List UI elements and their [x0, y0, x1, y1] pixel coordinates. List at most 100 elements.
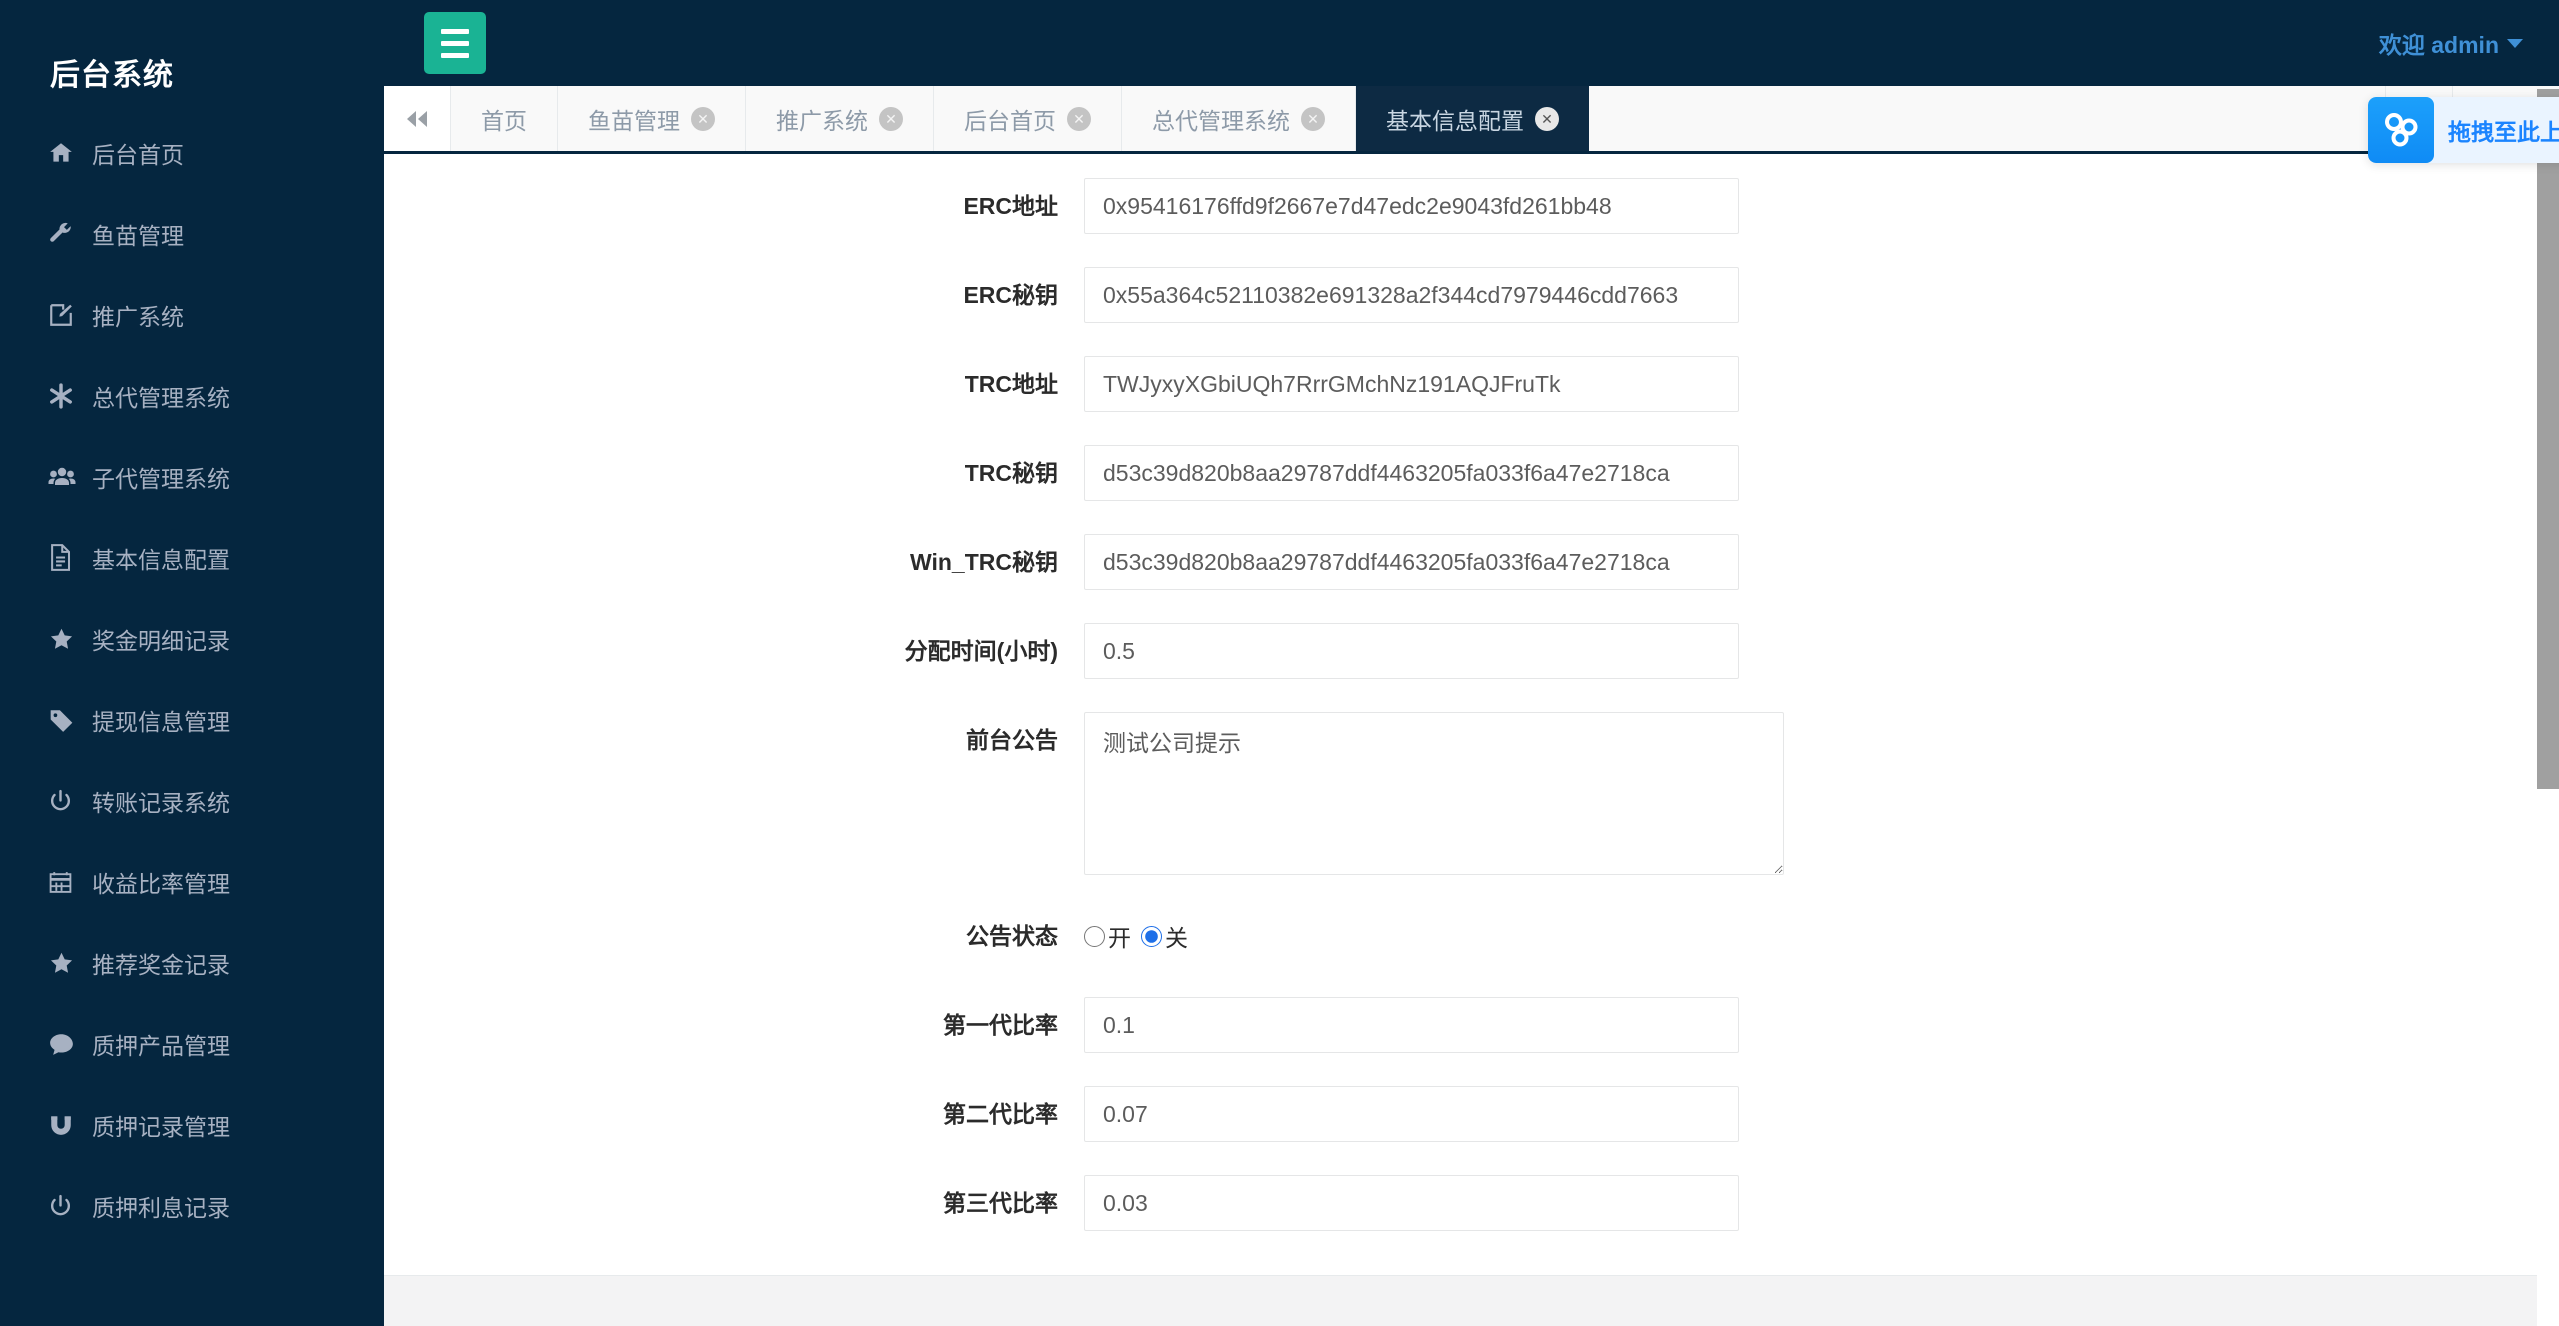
hamburger-bar-icon: [441, 52, 469, 58]
close-icon[interactable]: ✕: [879, 106, 903, 131]
sidebar-item-label: 子代管理系统: [92, 465, 230, 492]
sidebar-item-4[interactable]: 总代管理系统: [0, 355, 384, 436]
netdisk-upload-label[interactable]: 拖拽至此上传: [2434, 113, 2559, 147]
tab-bar: 首页鱼苗管理✕推广系统✕后台首页✕总代管理系统✕基本信息配置✕ 关闭: [384, 86, 2559, 154]
power-icon: [48, 788, 92, 814]
sidebar-item-7[interactable]: 奖金明细记录: [0, 598, 384, 679]
text-input-1[interactable]: [1084, 178, 1739, 234]
star-icon: [48, 950, 92, 976]
form-control-wrapper: [1084, 534, 2559, 590]
form-label: TRC地址: [964, 371, 1058, 397]
menu-toggle-button[interactable]: [424, 12, 486, 74]
form-label: 第一代比率: [943, 1012, 1058, 1038]
form-label: ERC地址: [963, 193, 1058, 219]
form-group: Win_TRC秘钥: [384, 534, 2559, 590]
sidebar-item-9[interactable]: 转账记录系统: [0, 760, 384, 841]
form-control-wrapper: [1084, 178, 2559, 234]
radio-input[interactable]: [1141, 925, 1162, 947]
sidebar-item-13[interactable]: 质押记录管理: [0, 1084, 384, 1165]
sidebar-item-label: 提现信息管理: [92, 708, 230, 735]
tab-item-active[interactable]: 基本信息配置 ✕: [1356, 86, 1589, 151]
chevron-down-icon: [2507, 38, 2523, 48]
sidebar-item-12[interactable]: 质押产品管理: [0, 1003, 384, 1084]
tabs-scroll-left-button[interactable]: [384, 86, 451, 151]
radio-option-2[interactable]: 关: [1141, 919, 1188, 953]
text-input-2[interactable]: [1084, 267, 1739, 323]
page-scrollbar[interactable]: [2537, 89, 2559, 1326]
user-menu[interactable]: 欢迎 admin: [2379, 26, 2523, 60]
radio-input[interactable]: [1084, 925, 1105, 947]
tab-label: 推广系统: [776, 107, 868, 134]
baidu-netdisk-icon[interactable]: [2368, 97, 2434, 163]
hamburger-bar-icon: [441, 28, 469, 34]
tab-item[interactable]: 鱼苗管理 ✕: [558, 86, 746, 151]
text-input-10[interactable]: [1084, 1086, 1739, 1142]
sidebar-item-8[interactable]: 提现信息管理: [0, 679, 384, 760]
form-label: 公告状态: [966, 923, 1058, 949]
radio-option-1[interactable]: 开: [1084, 919, 1131, 953]
sidebar-item-11[interactable]: 推荐奖金记录: [0, 922, 384, 1003]
sidebar-item-label: 基本信息配置: [92, 546, 230, 573]
power-icon: [48, 1193, 92, 1219]
sidebar-brand: 后台系统: [50, 59, 174, 92]
asterisk-icon: [48, 382, 92, 409]
tab-label: 首页: [481, 107, 527, 134]
text-input-9[interactable]: [1084, 997, 1739, 1053]
text-input-11[interactable]: [1084, 1175, 1739, 1231]
form-control-wrapper: [1084, 623, 2559, 679]
form-control-wrapper: [1084, 997, 2559, 1053]
sidebar-item-5[interactable]: 子代管理系统: [0, 436, 384, 517]
text-input-3[interactable]: [1084, 356, 1739, 412]
tab-label: 总代管理系统: [1152, 107, 1290, 134]
calendar-icon: [48, 869, 92, 895]
wrench-icon: [48, 221, 92, 247]
sidebar-nav: 后台首页 鱼苗管理推广系统总代管理系统子代管理系统 基本信息配置奖金明细记录提现信息…: [0, 112, 384, 1246]
sidebar-item-label: 推荐奖金记录: [92, 951, 230, 978]
netdisk-upload-widget[interactable]: 拖拽至此上传: [2368, 97, 2559, 163]
welcome-label: 欢迎 admin: [2378, 32, 2499, 58]
footer-strip: [384, 1275, 2559, 1326]
users-icon: [48, 464, 92, 490]
tab-item[interactable]: 推广系统 ✕: [746, 86, 934, 151]
form-label: Win_TRC秘钥: [909, 549, 1058, 575]
close-icon[interactable]: ✕: [1535, 106, 1559, 131]
page-scrollbar-thumb[interactable]: [2537, 89, 2559, 789]
tab-item[interactable]: 首页: [451, 86, 558, 151]
sidebar-item-label: 收益比率管理: [92, 870, 230, 897]
close-icon[interactable]: ✕: [1067, 106, 1091, 131]
tab-label: 后台首页: [964, 107, 1056, 134]
text-input-6[interactable]: [1084, 623, 1739, 679]
app-root: 后台系统 后台首页 鱼苗管理 推广系统 总代管理系统 子代管理系统 基本信息配置 奖金明细记…: [0, 0, 2559, 1326]
sidebar-item-3[interactable]: 推广系统: [0, 274, 384, 355]
form-group: 分配时间(小时): [384, 623, 2559, 679]
sidebar-item-2[interactable]: 鱼苗管理: [0, 193, 384, 274]
tab-item[interactable]: 总代管理系统 ✕: [1122, 86, 1356, 151]
sidebar-item-1[interactable]: 后台首页: [0, 112, 384, 193]
sidebar-item-label: 推广系统: [92, 303, 184, 330]
tag-icon: [48, 707, 92, 733]
magnet-icon: [48, 1112, 92, 1138]
close-icon[interactable]: ✕: [691, 106, 715, 131]
sidebar-item-10[interactable]: 收益比率管理: [0, 841, 384, 922]
top-navbar: 欢迎 admin: [384, 0, 2559, 86]
form-control-wrapper: [1084, 356, 2559, 412]
form-label: ERC秘钥: [963, 282, 1058, 308]
form-label: TRC秘钥: [964, 460, 1058, 486]
sidebar-item-6[interactable]: 基本信息配置: [0, 517, 384, 598]
radio-label: 关: [1165, 925, 1188, 951]
form-control-wrapper: [1084, 1175, 2559, 1231]
comment-icon: [48, 1031, 92, 1057]
text-input-5[interactable]: [1084, 534, 1739, 590]
form-group: 第一代比率: [384, 997, 2559, 1053]
sidebar: 后台系统 后台首页 鱼苗管理推广系统总代管理系统子代管理系统 基本信息配置奖金明细记…: [0, 0, 384, 1326]
sidebar-item-label: 质押产品管理: [92, 1032, 230, 1059]
form-group: ERC秘钥: [384, 267, 2559, 323]
text-input-4[interactable]: [1084, 445, 1739, 501]
sidebar-item-14[interactable]: 质押利息记录: [0, 1165, 384, 1246]
form-group: 前台公告: [384, 712, 2559, 875]
announcement-textarea[interactable]: [1084, 712, 1784, 875]
tab-item[interactable]: 后台首页 ✕: [934, 86, 1122, 151]
close-icon[interactable]: ✕: [1301, 106, 1325, 131]
form-control-wrapper: [1084, 445, 2559, 501]
form-label: 分配时间(小时): [904, 638, 1058, 664]
